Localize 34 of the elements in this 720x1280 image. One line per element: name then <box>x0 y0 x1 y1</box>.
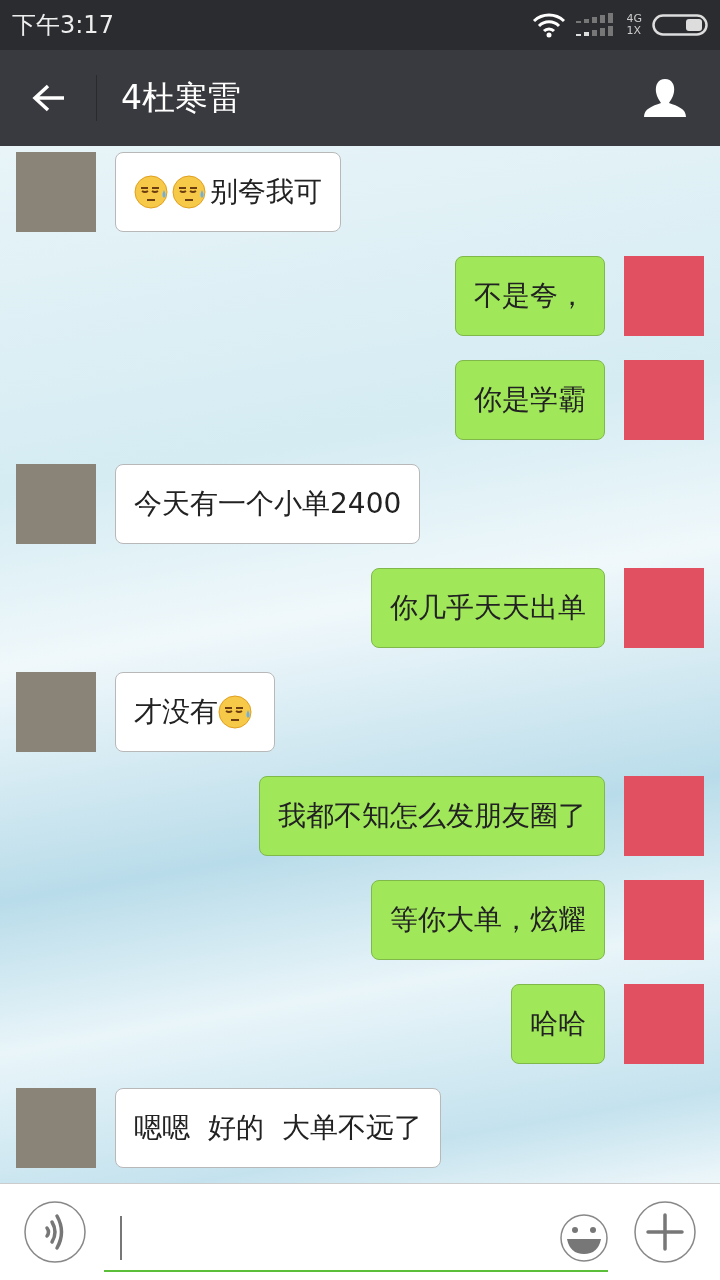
message-text: 哈哈 <box>530 1006 586 1042</box>
battery-icon <box>652 14 708 36</box>
sweat-emoji-icon <box>172 174 208 210</box>
avatar-photo-placeholder[interactable] <box>624 568 704 648</box>
avatar-photo-placeholder[interactable] <box>624 984 704 1064</box>
message-text: 你几乎天天出单 <box>390 590 586 626</box>
smiley-icon[interactable] <box>560 1214 608 1262</box>
avatar-photo-placeholder[interactable] <box>16 1088 96 1168</box>
avatar-photo-placeholder[interactable] <box>624 880 704 960</box>
back-arrow-icon[interactable] <box>32 83 66 113</box>
message-text: 别夸我可 <box>210 174 322 210</box>
person-icon[interactable] <box>644 79 686 117</box>
sweat-emoji-icon <box>218 694 254 730</box>
network-label: 1X <box>626 25 642 37</box>
sweat-emoji-icon <box>134 174 170 210</box>
message-text: 我都不知怎么发朋友圈了 <box>278 798 586 834</box>
avatar-photo-placeholder[interactable] <box>16 464 96 544</box>
plus-icon[interactable] <box>634 1201 696 1263</box>
message-text: 今天有一个小单2400 <box>134 486 402 522</box>
message-text: 不是夸， <box>474 278 586 314</box>
avatar-photo-placeholder[interactable] <box>624 360 704 440</box>
avatar-photo-placeholder[interactable] <box>16 152 96 232</box>
avatar-photo-placeholder[interactable] <box>624 256 704 336</box>
message-text: 你是学霸 <box>474 382 586 418</box>
message-text: 嗯嗯 好的 大单不远了 <box>134 1110 422 1146</box>
avatar-photo-placeholder[interactable] <box>16 672 96 752</box>
voice-icon[interactable] <box>24 1201 86 1263</box>
avatar-photo-placeholder[interactable] <box>624 776 704 856</box>
message-text: 才没有 <box>134 694 218 730</box>
network-label: 4G <box>626 13 642 25</box>
chat-title: 4杜寒雷 <box>121 76 242 119</box>
wifi-icon <box>532 12 567 38</box>
message-text: 等你大单，炫耀 <box>390 902 586 938</box>
status-time: 下午3:17 <box>12 10 114 41</box>
